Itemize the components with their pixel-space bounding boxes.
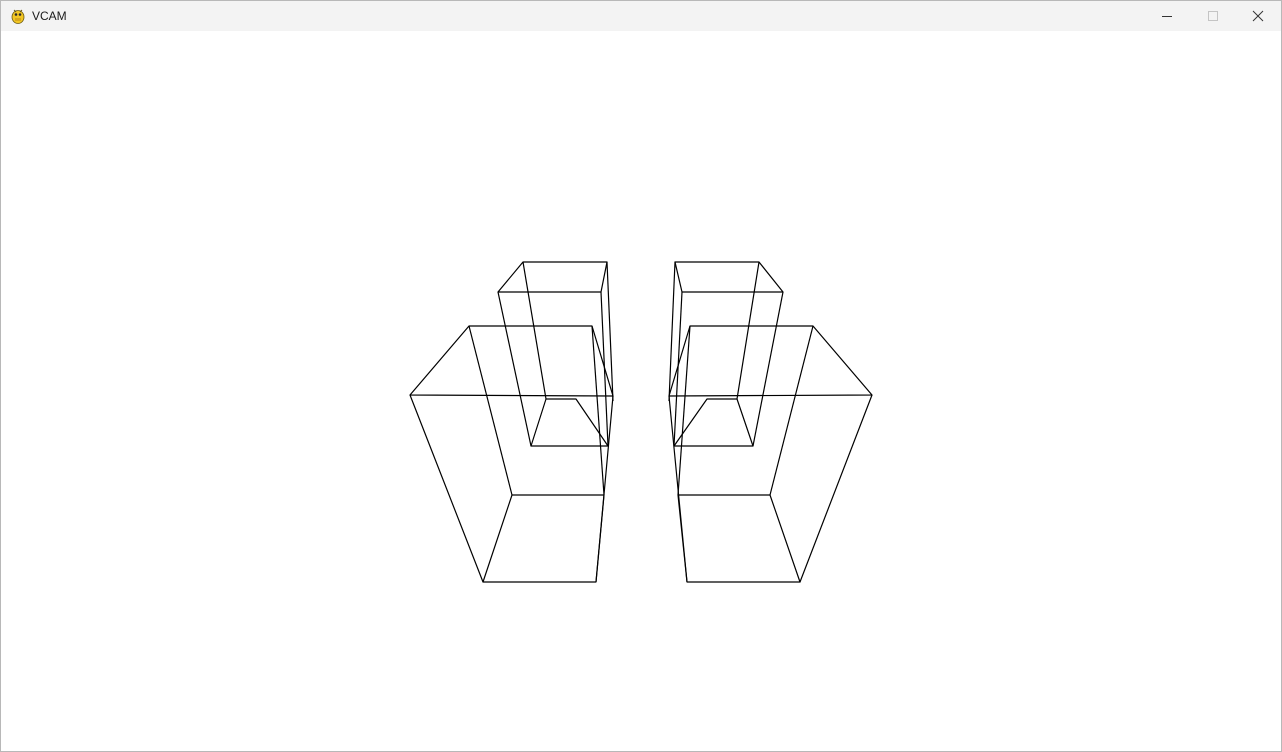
window-title: VCAM <box>32 9 67 23</box>
wireframe-box-back-right <box>668 261 784 447</box>
maximize-button[interactable] <box>1190 1 1236 31</box>
title-bar[interactable]: VCAM <box>1 1 1281 31</box>
pygame-snake-icon <box>10 8 26 24</box>
wireframe-box-back-left <box>497 261 614 447</box>
close-icon <box>1252 10 1264 22</box>
maximize-icon <box>1207 10 1219 22</box>
minimize-icon <box>1161 10 1173 22</box>
minimize-button[interactable] <box>1144 1 1190 31</box>
wireframe-box-front-right <box>668 325 873 583</box>
wireframe-box-front-left <box>409 325 614 583</box>
wireframe-scene <box>409 261 873 583</box>
close-button[interactable] <box>1235 1 1281 31</box>
app-window: VCAM <box>0 0 1282 752</box>
render-canvas[interactable] <box>1 31 1281 751</box>
